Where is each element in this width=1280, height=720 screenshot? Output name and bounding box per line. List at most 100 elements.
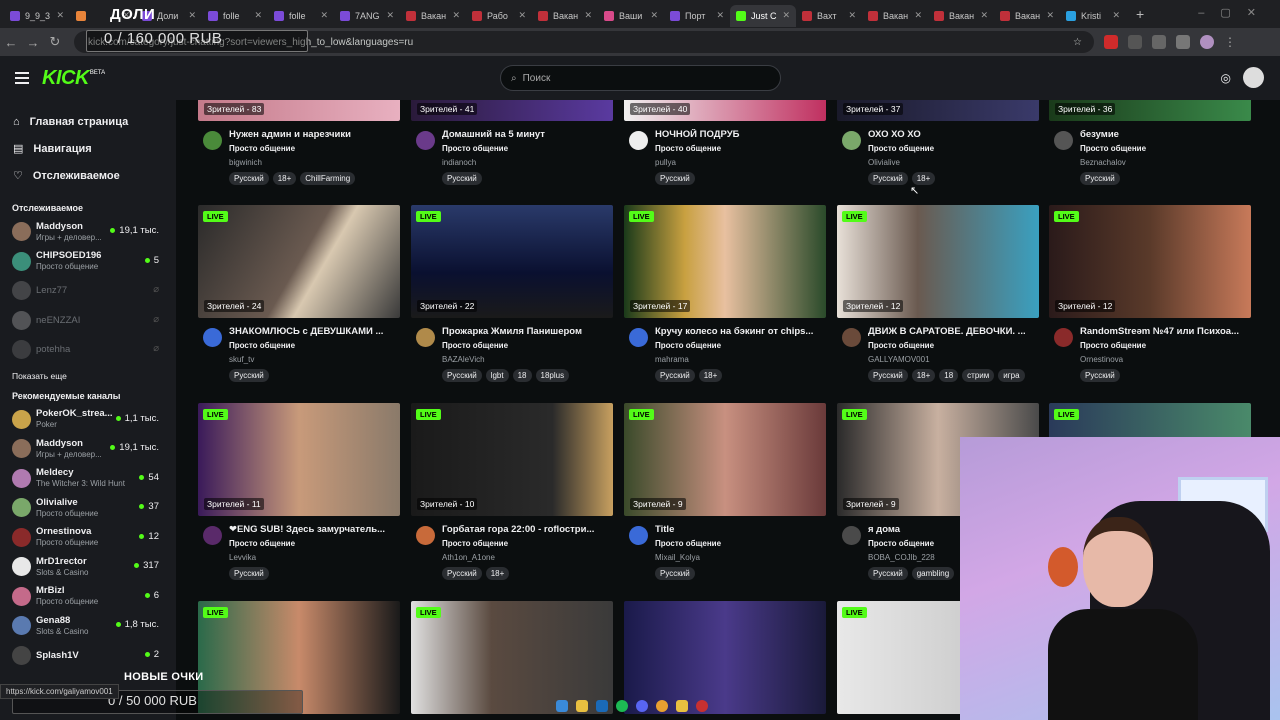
stream-title[interactable]: Нужен админ и нарезчики bbox=[229, 129, 399, 140]
tag-chip[interactable]: Русский bbox=[868, 172, 908, 185]
tag-chip[interactable]: Русский bbox=[442, 172, 482, 185]
browser-tab[interactable]: 9_9_3 ✕ bbox=[4, 5, 70, 27]
streamer-avatar[interactable] bbox=[629, 526, 648, 545]
stream-title[interactable]: безумие bbox=[1080, 129, 1250, 140]
stream-thumbnail[interactable]: LIVE Зрителей - 11 bbox=[198, 403, 400, 516]
tab-close-icon[interactable]: ✕ bbox=[254, 10, 262, 21]
show-more-link[interactable]: Показать еще bbox=[12, 371, 176, 381]
tab-close-icon[interactable]: ✕ bbox=[452, 10, 460, 21]
streamer-name[interactable]: Ornestinova bbox=[1080, 355, 1123, 364]
tab-close-icon[interactable]: ✕ bbox=[188, 10, 196, 21]
tag-chip[interactable]: Русский bbox=[1080, 369, 1120, 382]
streamer-avatar[interactable] bbox=[629, 131, 648, 150]
streamer-avatar[interactable] bbox=[416, 526, 435, 545]
puzzle-icon[interactable] bbox=[1152, 35, 1166, 49]
sidebar-channel[interactable]: Meldecy The Witcher 3: Wild Hunt 54 bbox=[0, 464, 176, 494]
streamer-avatar[interactable] bbox=[416, 328, 435, 347]
streamer-name[interactable]: Levvika bbox=[229, 553, 256, 562]
windows-start-icon[interactable] bbox=[556, 700, 568, 712]
browser-tab[interactable]: Just C ✕ bbox=[730, 4, 796, 27]
stream-category[interactable]: Просто общение bbox=[442, 144, 508, 153]
tab-close-icon[interactable]: ✕ bbox=[782, 10, 790, 21]
tab-close-icon[interactable]: ✕ bbox=[716, 10, 724, 21]
tab-close-icon[interactable]: ✕ bbox=[1046, 10, 1054, 21]
notifications-icon[interactable]: ◎ bbox=[1221, 71, 1231, 85]
streamer-avatar[interactable] bbox=[416, 131, 435, 150]
stream-category[interactable]: Просто общение bbox=[229, 144, 295, 153]
user-avatar[interactable] bbox=[1243, 67, 1264, 88]
streamer-name[interactable]: skuf_tv bbox=[229, 355, 254, 364]
tab-close-icon[interactable]: ✕ bbox=[56, 10, 64, 21]
stream-thumbnail[interactable]: LIVE Зрителей - 12 bbox=[837, 205, 1039, 318]
sidebar-channel[interactable]: Gena88 Slots & Casino 1,8 тыс. bbox=[0, 611, 176, 641]
tab-close-icon[interactable]: ✕ bbox=[584, 10, 592, 21]
streamer-avatar[interactable] bbox=[203, 526, 222, 545]
stream-category[interactable]: Просто общение bbox=[868, 539, 934, 548]
stream-thumbnail[interactable]: LIVE Зрителей - 24 bbox=[198, 205, 400, 318]
stream-title[interactable]: Горбатая гора 22:00 - roflостри... bbox=[442, 524, 612, 535]
streamer-name[interactable]: bigwinich bbox=[229, 158, 262, 167]
tag-chip[interactable]: 18plus bbox=[535, 369, 570, 382]
streamer-avatar[interactable] bbox=[842, 328, 861, 347]
streamer-name[interactable]: GALLYAMOV001 bbox=[868, 355, 930, 364]
stream-category[interactable]: Просто общение bbox=[229, 539, 295, 548]
sidebar-channel[interactable]: Lenz77 ⌀ bbox=[0, 276, 176, 306]
sidebar-channel[interactable]: PokerOK_strea... Poker 1,1 тыс. bbox=[0, 405, 176, 435]
stream-thumbnail[interactable]: Зрителей - 83 bbox=[198, 100, 400, 121]
tab-close-icon[interactable]: ✕ bbox=[914, 10, 922, 21]
streamer-avatar[interactable] bbox=[842, 526, 861, 545]
browser-tab[interactable]: Kristi ✕ bbox=[1060, 5, 1126, 27]
stream-thumbnail[interactable]: LIVE Зрителей - 17 bbox=[624, 205, 826, 318]
stream-title[interactable]: ДВИЖ В САРАТОВЕ. ДЕВОЧКИ. ... bbox=[868, 326, 1038, 337]
sidebar-channel[interactable]: neENZZAI ⌀ bbox=[0, 306, 176, 336]
sidebar-channel[interactable]: Olivialive Просто общение 37 bbox=[0, 493, 176, 523]
chrome-icon[interactable] bbox=[656, 700, 668, 712]
stream-thumbnail[interactable]: Зрителей - 36 bbox=[1049, 100, 1251, 121]
obs-icon[interactable] bbox=[696, 700, 708, 712]
stream-category[interactable]: Просто общение bbox=[655, 144, 721, 153]
streamer-name[interactable]: indianoch bbox=[442, 158, 476, 167]
tag-chip[interactable]: ChillFarming bbox=[300, 172, 356, 185]
browser-tab[interactable]: Вакан ✕ bbox=[862, 5, 928, 27]
tag-chip[interactable]: 18+ bbox=[485, 567, 510, 580]
tag-chip[interactable]: Русский bbox=[229, 172, 269, 185]
stream-category[interactable]: Просто общение bbox=[868, 341, 934, 350]
streamer-avatar[interactable] bbox=[629, 328, 648, 347]
stream-thumbnail[interactable]: Зрителей - 40 bbox=[624, 100, 826, 121]
stream-category[interactable]: Просто общение bbox=[868, 144, 934, 153]
tag-chip[interactable]: Русский bbox=[229, 567, 269, 580]
tab-close-icon[interactable]: ✕ bbox=[386, 10, 394, 21]
streamer-name[interactable]: Olivialive bbox=[868, 158, 900, 167]
tab-close-icon[interactable]: ✕ bbox=[1112, 10, 1120, 21]
stream-thumbnail[interactable]: Зрителей - 41 bbox=[411, 100, 613, 121]
tab-close-icon[interactable]: ✕ bbox=[320, 10, 328, 21]
tag-chip[interactable]: Русский bbox=[655, 567, 695, 580]
browser-tab[interactable]: Ваши ✕ bbox=[598, 5, 664, 27]
streamer-name[interactable]: Mixail_Kolya bbox=[655, 553, 700, 562]
sidebar-channel[interactable]: MrD1rector Slots & Casino 317 bbox=[0, 552, 176, 582]
tab-close-icon[interactable]: ✕ bbox=[980, 10, 988, 21]
stream-thumbnail[interactable]: LIVE Зрителей - 22 bbox=[411, 205, 613, 318]
discord-icon[interactable] bbox=[636, 700, 648, 712]
tag-chip[interactable]: 18+ bbox=[272, 172, 297, 185]
streamer-avatar[interactable] bbox=[203, 328, 222, 347]
search-input[interactable]: ⌕ Поиск bbox=[500, 65, 781, 91]
browser-tab[interactable]: folle ✕ bbox=[202, 5, 268, 27]
browser-tab[interactable]: folle ✕ bbox=[268, 5, 334, 27]
stream-category[interactable]: Просто общение bbox=[655, 341, 721, 350]
sidebar-channel[interactable]: Ornestinova Просто общение 12 bbox=[0, 523, 176, 553]
streamer-avatar[interactable] bbox=[842, 131, 861, 150]
browser-tab[interactable]: Порт ✕ bbox=[664, 5, 730, 27]
stream-thumbnail[interactable]: LIVE Зрителей - 10 bbox=[411, 403, 613, 516]
kick-logo[interactable]: KICK bbox=[42, 67, 89, 90]
tag-chip[interactable]: Русский bbox=[868, 369, 908, 382]
stream-category[interactable]: Просто общение bbox=[1080, 341, 1146, 350]
tag-chip[interactable]: lgbt bbox=[485, 369, 509, 382]
stream-thumbnail[interactable]: LIVE Зрителей - 9 bbox=[624, 403, 826, 516]
streamer-avatar[interactable] bbox=[1054, 131, 1073, 150]
tab-close-icon[interactable]: ✕ bbox=[848, 10, 856, 21]
tag-chip[interactable]: 18 bbox=[939, 369, 959, 382]
tab-close-icon[interactable]: ✕ bbox=[650, 10, 658, 21]
kebab-menu-icon[interactable]: ⋮ bbox=[1224, 35, 1238, 49]
nav-home[interactable]: ⌂ Главная страница bbox=[0, 108, 176, 135]
